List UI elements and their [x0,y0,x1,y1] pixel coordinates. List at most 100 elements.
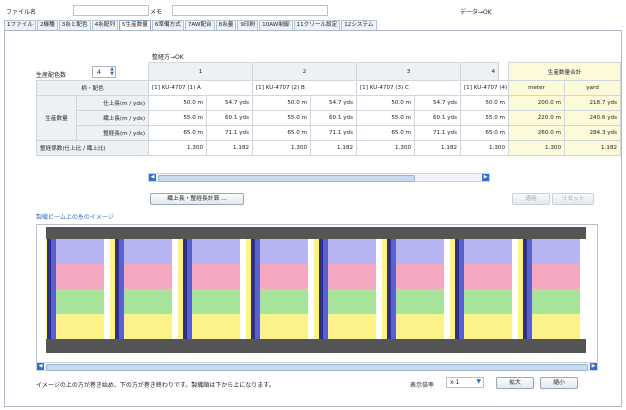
cell: 71.1 yds [206,125,253,141]
beam-color-block [328,314,376,339]
cell[interactable]: 50.0 m [148,95,207,111]
footer-note: イメージの上の方が巻き始め、下の方が巻き終わりです。製織順は下から上になります。 [36,382,275,389]
coef-label: 整経係数(仕上比 / 織上比) [36,140,149,156]
zoom-in-button[interactable]: 拡大 [496,377,534,389]
beam-color-block [260,314,308,339]
scroll-thumb[interactable] [46,364,588,371]
scroll-right-icon[interactable]: ▶ [590,363,597,370]
tab-preparation[interactable]: 6準備方式 [151,20,184,30]
beam-color-block [464,289,512,314]
row-label: 仕上長(m / yds) [76,95,149,111]
cell[interactable]: 55.0 m [356,110,415,126]
beam-color-block [192,289,240,314]
beam-color-block [124,264,172,289]
beam-scrollbar[interactable]: ◀ ▶ [36,362,598,371]
sum-header: 生産数量合計 [507,62,622,81]
cell: 60.1 yds [310,110,357,126]
zoom-value: x 1 [450,379,460,386]
cell: 1.300 [252,140,311,156]
beam-color-block [464,314,512,339]
cell[interactable]: 50.0 m [460,95,509,111]
cell: 54.7 yds [414,95,461,111]
cell[interactable]: 65.0 m [148,125,207,141]
cell: 1.300 [356,140,415,156]
beam-image-title: 製織ビーム上の糸のイメージ [36,214,114,221]
cell: 71.1 yds [310,125,357,141]
cell[interactable]: 65.0 m [252,125,311,141]
cell[interactable]: 50.0 m [356,95,415,111]
sum-cell: 218.7 yds [563,95,622,111]
cell: 1.182 [310,140,357,156]
unit-yard: yard [563,80,622,96]
memo-field[interactable] [172,5,328,16]
cell[interactable]: 50.0 m [252,95,311,111]
sum-cell: 1.300 [508,140,565,156]
beam-color-block [396,289,444,314]
cell[interactable]: 65.0 m [460,125,509,141]
reset-button[interactable]: リセット [552,193,594,205]
tab-model[interactable]: 2機種 [36,20,58,30]
beam-color-block [124,314,172,339]
tab-yarn-arrangement[interactable]: 4糸配列 [91,20,118,30]
beam-body [46,239,586,339]
zoom-out-button[interactable]: 縮小 [540,377,578,389]
tab-yarn-amount[interactable]: 8糸量 [215,20,237,30]
row-header-pattern: 柄・配色 [36,80,149,96]
cell[interactable]: 55.0 m [460,110,509,126]
beam-color-block [56,239,104,264]
cell[interactable]: 65.0 m [356,125,415,141]
beam-color-block [328,264,376,289]
beam-color-block [124,289,172,314]
unit-meter: meter [508,80,565,96]
scroll-left-icon[interactable]: ◀ [37,363,44,370]
tab-system[interactable]: 12システム [341,20,377,30]
beam-color-block [56,264,104,289]
row-label: 織上長(m / yds) [76,110,149,126]
product-3: [1] KU-4707 (3) C [356,80,461,96]
tab-yarn-colors[interactable]: 3糸と配色 [58,20,91,30]
product-2: [1] KU-4707 (2) B [252,80,357,96]
file-name-field[interactable] [73,5,149,16]
beam-color-block [124,239,172,264]
cell: 54.7 yds [206,95,253,111]
tab-print[interactable]: 9印刷 [237,20,259,30]
col-number-1: 1 [148,62,253,81]
sum-cell: 240.6 yds [563,110,622,126]
tab-aw-control[interactable]: 10AW制御 [259,20,293,30]
data-status: データ→OK [460,9,492,16]
zoom-select[interactable]: x 1 ▼ [446,377,484,388]
col-number-4: 4 [460,62,499,81]
beam-color-block [260,239,308,264]
cell: 60.1 yds [414,110,461,126]
tab-aw-setup[interactable]: 7AW配台 [184,20,215,30]
cell[interactable]: 55.0 m [252,110,311,126]
beam-color-block [56,289,104,314]
apply-button[interactable]: 適用 [512,193,550,205]
chevron-down-icon[interactable]: ▼ [476,378,481,385]
tab-file[interactable]: 1ファイル [4,20,36,30]
beam-color-block [328,239,376,264]
table-scrollbar[interactable]: ◀ ▶ [148,173,490,182]
table-row: 織上長(m / yds) 55.0 m 60.1 yds 55.0 m 60.1… [37,110,622,126]
cell[interactable]: 55.0 m [148,110,207,126]
beam-color-block [328,289,376,314]
beam-image [46,227,586,353]
sum-cell: 220.0 m [508,110,565,126]
cell: 1.300 [148,140,207,156]
file-name-label: ファイル名 [6,9,37,16]
beam-bottom-band [46,339,586,353]
sum-cell: 284.3 yds [563,125,622,141]
tab-creel-settings[interactable]: 11クリール設定 [293,20,341,30]
warp-status: 整経方→OK [152,54,184,61]
sum-cell: 200.0 m [508,95,565,111]
calc-length-button[interactable]: 織上長・整経長計算 ... [150,193,244,205]
memo-label: メモ [150,9,163,16]
scroll-right-icon[interactable]: ▶ [482,174,489,181]
product-1: [1] KU-4707 (1) A [148,80,253,96]
scroll-left-icon[interactable]: ◀ [149,174,156,181]
beam-color-block [192,264,240,289]
beam-color-block [532,289,580,314]
scroll-thumb[interactable] [158,175,415,182]
production-table: 1 2 3 4 生産数量合計 柄・配色 [1] KU-4707 (1) A [1… [36,62,622,156]
beam-color-block [56,314,104,339]
